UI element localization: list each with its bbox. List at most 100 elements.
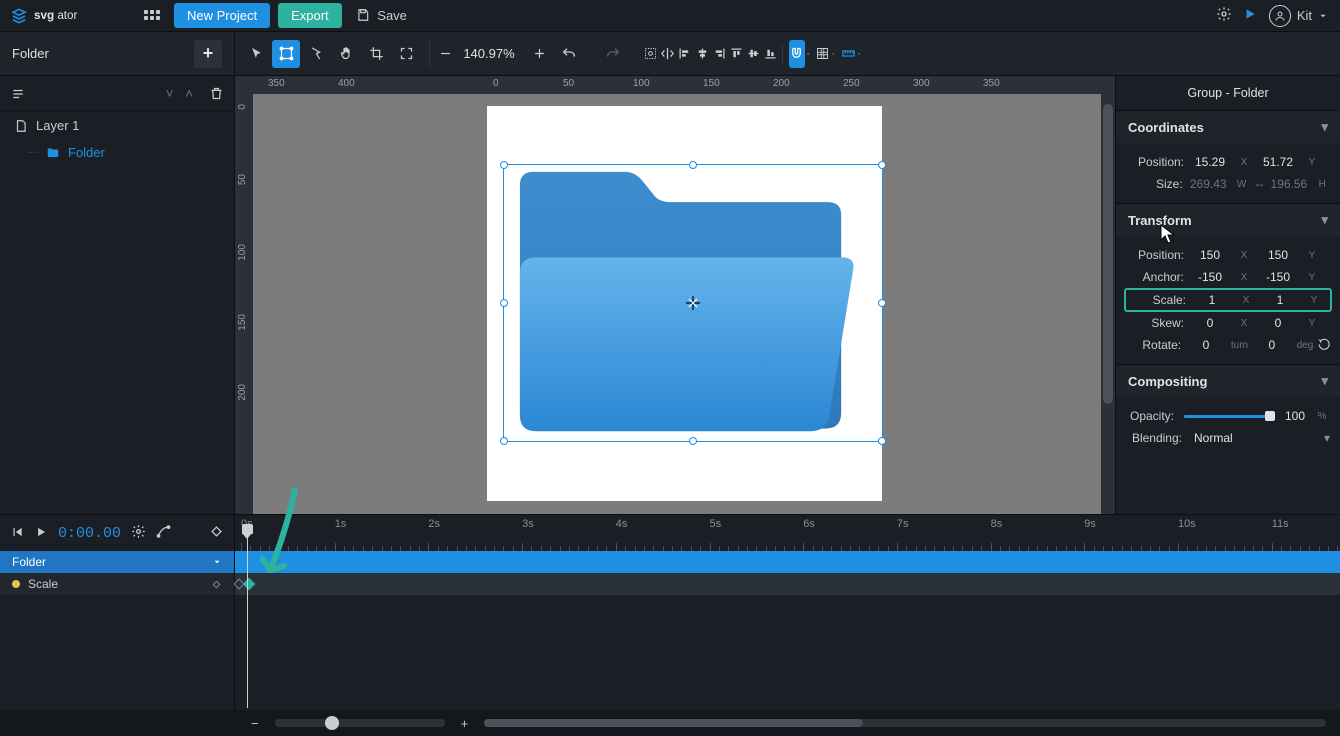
align-bottom-icon[interactable] (763, 40, 778, 68)
timeline-ruler[interactable]: 0s1s2s3s4s5s6s7s8s9s10s11s (235, 515, 1340, 551)
selection-box[interactable] (503, 164, 883, 442)
user-name: Kit (1297, 8, 1312, 23)
coordinates-header[interactable]: Coordinates▾ (1116, 111, 1340, 143)
chevron-down-icon (212, 557, 222, 567)
crop-tool[interactable] (362, 40, 390, 68)
track-body-folder[interactable] (235, 551, 1340, 573)
anchor-cross-icon (686, 296, 700, 310)
rotate-handle-icon[interactable] (1317, 338, 1330, 352)
tr-pos-x[interactable]: 150 (1188, 248, 1232, 262)
ruler-vertical: 050100150200 (235, 94, 253, 514)
timeline-footer: − + (0, 710, 1340, 736)
settings-gear-icon[interactable] (1211, 6, 1237, 25)
transform-header[interactable]: Transform▾ (1116, 204, 1340, 236)
tr-rot-turn[interactable]: 0 (1185, 338, 1227, 352)
node-tool[interactable] (302, 40, 330, 68)
export-button[interactable]: Export (278, 3, 342, 28)
align-top-icon[interactable] (729, 40, 744, 68)
tr-skew-y[interactable]: 0 (1256, 316, 1300, 330)
logo-mark-icon (10, 7, 28, 25)
timeline-horizontal-scrollbar[interactable] (484, 719, 1326, 727)
chevron-down-icon (1318, 11, 1328, 21)
top-bar: svgator New Project Export Save Kit (0, 0, 1340, 32)
tr-anchor-x[interactable]: -150 (1188, 270, 1232, 284)
chevron-down-icon[interactable] (831, 50, 835, 58)
layer-row-layer1[interactable]: Layer 1 (0, 112, 234, 139)
selection-title: Group - Folder (1116, 76, 1340, 110)
align-center-icon[interactable] (695, 40, 710, 68)
folder-icon (46, 146, 60, 160)
zoom-in-tl[interactable]: + (461, 716, 469, 731)
go-start-button[interactable] (10, 525, 24, 542)
keyframe-toggle-icon[interactable] (209, 524, 224, 542)
collapse-up-icon[interactable]: ˄ (179, 86, 199, 101)
cursor-icon (1160, 224, 1176, 244)
track-body-scale[interactable] (235, 573, 1340, 595)
align-middle-icon[interactable] (746, 40, 761, 68)
snap-object-icon[interactable] (643, 40, 658, 68)
grid-icon[interactable] (815, 40, 830, 68)
redo-button[interactable] (599, 40, 627, 68)
zoom-out-button[interactable] (429, 40, 453, 68)
zoom-out-tl[interactable]: − (251, 716, 259, 731)
coord-pos-x[interactable]: 15.29 (1188, 155, 1232, 169)
tr-scale-y[interactable]: 1 (1258, 293, 1302, 307)
timeline-zoom-slider[interactable] (275, 719, 445, 727)
list-icon[interactable] (10, 87, 26, 101)
new-project-button[interactable]: New Project (174, 3, 270, 28)
tr-scale-x[interactable]: 1 (1190, 293, 1234, 307)
undo-button[interactable] (555, 40, 583, 68)
chevron-down-icon[interactable] (857, 50, 861, 58)
timeline-empty-body (0, 595, 1340, 710)
keyframe-solid[interactable] (243, 578, 256, 591)
layer-row-folder[interactable]: Folder (0, 139, 234, 166)
zoom-in-button[interactable] (525, 40, 553, 68)
align-right-icon[interactable] (712, 40, 727, 68)
blending-select[interactable]: Normal (1186, 431, 1233, 445)
tr-anchor-y[interactable]: -150 (1256, 270, 1300, 284)
compositing-header[interactable]: Compositing▾ (1116, 365, 1340, 397)
chevron-down-icon[interactable] (806, 50, 810, 58)
coord-size-h[interactable]: 196.56 (1267, 177, 1310, 191)
coord-size-w[interactable]: 269.43 (1187, 177, 1230, 191)
logo[interactable]: svgator (10, 7, 104, 25)
properties-panel: Group - Folder Coordinates▾ Position: 15… (1115, 76, 1340, 514)
add-keyframe-icon[interactable] (211, 579, 222, 590)
apps-grid-icon[interactable] (144, 10, 160, 22)
trash-icon[interactable] (209, 86, 224, 101)
canvas-vertical-scrollbar[interactable] (1101, 94, 1115, 514)
play-preview-icon[interactable] (1237, 7, 1263, 24)
transform-tool[interactable] (272, 40, 300, 68)
play-button[interactable] (34, 525, 48, 542)
tr-rot-deg[interactable]: 0 (1251, 338, 1293, 352)
add-layer-button[interactable]: + (194, 40, 222, 68)
snap-magnet-icon[interactable] (789, 40, 804, 68)
tr-pos-y[interactable]: 150 (1256, 248, 1300, 262)
timeline-settings-icon[interactable] (131, 524, 146, 542)
page-icon (14, 119, 28, 133)
ruler-icon[interactable] (840, 40, 855, 68)
align-left-icon[interactable] (677, 40, 692, 68)
canvas[interactable]: 350400050100150200250300350 050100150200 (235, 76, 1115, 514)
zoom-value[interactable]: 140.97% (454, 46, 524, 61)
opacity-value[interactable]: 100 (1280, 409, 1310, 423)
collapse-down-icon[interactable]: ˅ (160, 86, 180, 101)
ruler-corner (235, 76, 253, 94)
flip-h-icon[interactable] (660, 40, 675, 68)
fit-tool[interactable] (392, 40, 420, 68)
playhead[interactable] (247, 533, 248, 708)
coord-pos-y[interactable]: 51.72 (1256, 155, 1300, 169)
scale-row-highlight: Scale: 1X 1Y (1124, 288, 1332, 312)
save-icon (356, 8, 370, 22)
track-head-folder[interactable]: Folder (0, 551, 235, 573)
timeline-time[interactable]: 0:00.00 (58, 525, 121, 542)
track-head-scale[interactable]: Scale (0, 573, 235, 595)
tr-skew-x[interactable]: 0 (1188, 316, 1232, 330)
pan-tool[interactable] (332, 40, 360, 68)
save-button[interactable]: Save (350, 4, 417, 27)
logo-wordmark: svgator (34, 9, 104, 23)
user-menu[interactable]: Kit (1269, 5, 1328, 27)
select-tool[interactable] (242, 40, 270, 68)
opacity-slider[interactable] (1184, 415, 1270, 418)
easing-icon[interactable] (156, 524, 171, 542)
